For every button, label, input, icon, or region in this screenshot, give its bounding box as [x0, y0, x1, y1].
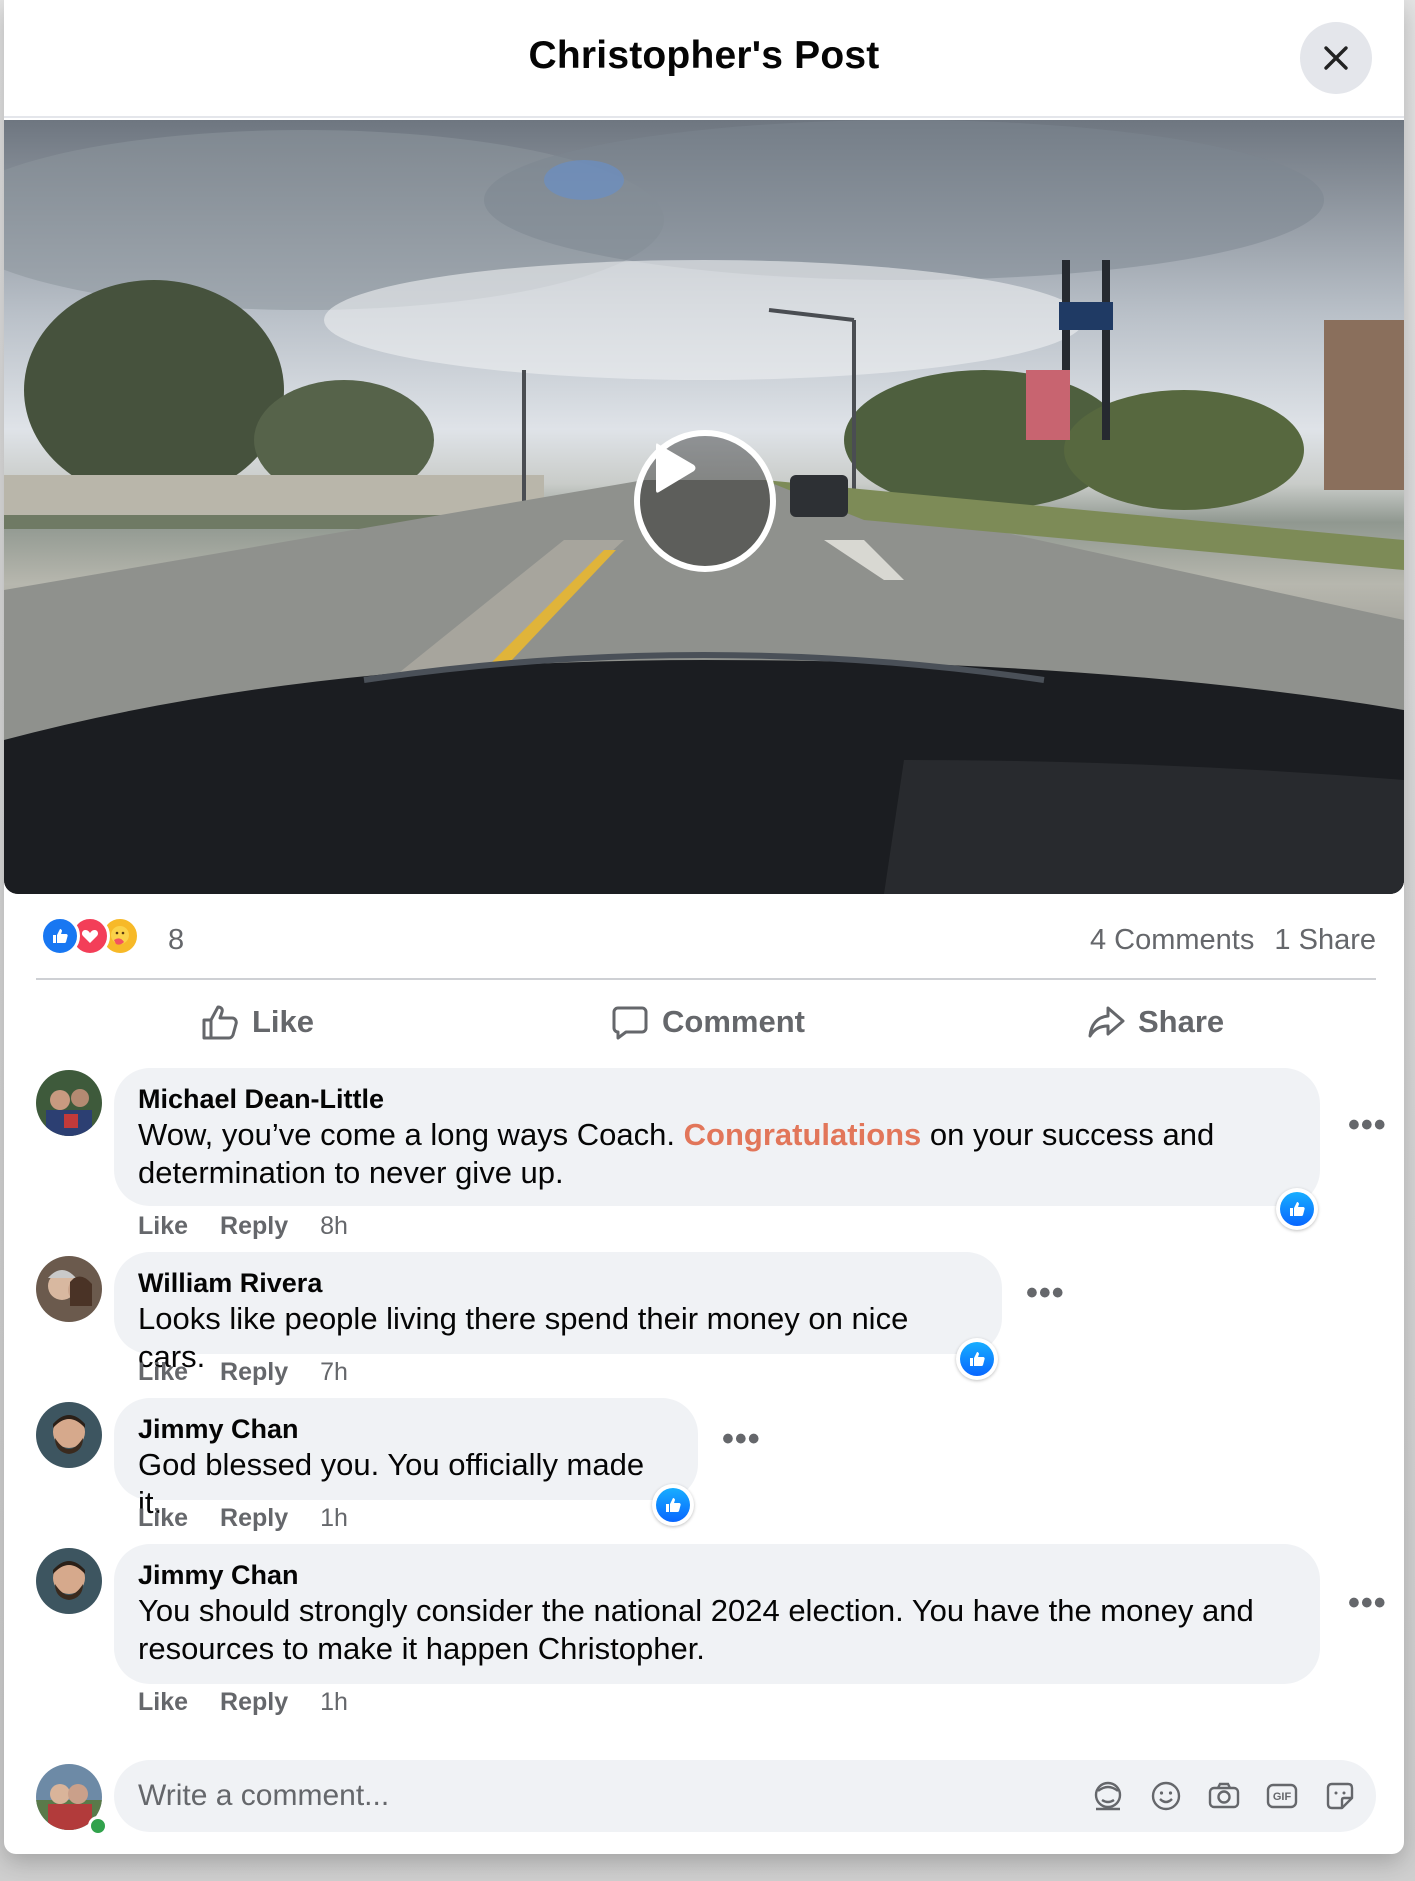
comment-timestamp[interactable]: 1h — [320, 1504, 348, 1533]
avatar-sticker-button[interactable] — [1090, 1778, 1126, 1814]
online-status-indicator — [88, 1816, 108, 1836]
emoji-button[interactable] — [1148, 1778, 1184, 1814]
reaction-count[interactable]: 8 — [168, 924, 184, 957]
comment-item: William Rivera Looks like people living … — [4, 1252, 1404, 1392]
comment-author[interactable]: Jimmy Chan — [138, 1558, 1296, 1592]
comment-text: Wow, you’ve come a long ways Coach. Cong… — [138, 1116, 1296, 1192]
comment-like-badge[interactable] — [652, 1484, 694, 1526]
like-button[interactable]: Like — [200, 990, 314, 1054]
thumbs-up-icon — [1290, 1202, 1305, 1216]
comment-like-link[interactable]: Like — [138, 1504, 188, 1533]
comment-text-part: Wow, you’ve come a long ways Coach. — [138, 1117, 684, 1152]
comment-bubble: Jimmy Chan God blessed you. You official… — [114, 1398, 698, 1520]
comment-meta: Like Reply 1h — [138, 1504, 348, 1533]
avatar[interactable] — [36, 1070, 102, 1136]
sticker-icon — [1326, 1782, 1354, 1810]
play-icon — [656, 443, 696, 493]
sticker-button[interactable] — [1322, 1778, 1358, 1814]
avatar[interactable] — [36, 1256, 102, 1322]
comment-author[interactable]: Jimmy Chan — [138, 1412, 674, 1446]
comment-like-badge[interactable] — [1276, 1188, 1318, 1230]
post-actions: Like Comment Share — [4, 990, 1404, 1054]
comment-composer: GIF — [4, 1760, 1404, 1840]
more-options-icon[interactable]: ••• — [1026, 1274, 1065, 1313]
comment-reply-link[interactable]: Reply — [220, 1504, 288, 1533]
gif-label: GIF — [1272, 1790, 1292, 1803]
comment-like-link[interactable]: Like — [138, 1688, 188, 1717]
comment-reply-link[interactable]: Reply — [220, 1358, 288, 1387]
avatar[interactable] — [36, 1402, 102, 1468]
avatar[interactable] — [36, 1548, 102, 1614]
dialog-title: Christopher's Post — [528, 34, 880, 77]
comments-count[interactable]: 4 Comments — [1090, 924, 1254, 956]
emoji-icon — [1151, 1781, 1181, 1811]
comment-input-wrapper: GIF — [114, 1760, 1376, 1832]
comment-meta: Like Reply 8h — [138, 1212, 348, 1241]
comment-bubble: William Rivera Looks like people living … — [114, 1252, 1002, 1374]
gif-button[interactable]: GIF — [1264, 1778, 1300, 1814]
comment-bubble: Jimmy Chan You should strongly consider … — [114, 1544, 1320, 1684]
comment-like-link[interactable]: Like — [138, 1212, 188, 1241]
stats-divider — [36, 978, 1376, 980]
thumbs-up-icon — [202, 1005, 238, 1040]
dialog-header: Christopher's Post — [4, 0, 1404, 118]
play-button[interactable] — [634, 430, 776, 572]
share-button-label: Share — [1138, 1004, 1225, 1039]
post-video[interactable] — [4, 120, 1404, 894]
post-stats: 8 4 Comments 1 Share — [40, 910, 1376, 966]
shares-count[interactable]: 1 Share — [1274, 924, 1376, 956]
comment-input[interactable] — [114, 1760, 1074, 1832]
like-button-label: Like — [252, 1004, 315, 1039]
comment-button[interactable]: Comment — [610, 990, 805, 1054]
comment-meta: Like Reply 7h — [138, 1358, 348, 1387]
camera-icon — [1208, 1782, 1240, 1809]
thumbs-up-icon — [666, 1498, 681, 1512]
share-icon — [1088, 1006, 1125, 1038]
comment-item: Jimmy Chan You should strongly consider … — [4, 1544, 1404, 1720]
comment-text: You should strongly consider the nationa… — [138, 1593, 1254, 1666]
comment-like-badge[interactable] — [956, 1338, 998, 1380]
more-options-icon[interactable]: ••• — [722, 1420, 761, 1459]
like-reaction-icon — [40, 916, 80, 956]
more-options-icon[interactable]: ••• — [1348, 1106, 1387, 1145]
camera-button[interactable] — [1206, 1778, 1242, 1814]
comment-bubble: Michael Dean-Little Wow, you’ve come a l… — [114, 1068, 1320, 1206]
composer-tools: GIF — [1090, 1778, 1358, 1814]
comment-item: Jimmy Chan God blessed you. You official… — [4, 1398, 1404, 1538]
comment-item: Michael Dean-Little Wow, you’ve come a l… — [4, 1068, 1404, 1241]
comment-like-link[interactable]: Like — [138, 1358, 188, 1387]
comment-button-label: Comment — [662, 1004, 805, 1039]
more-options-icon[interactable]: ••• — [1348, 1584, 1387, 1623]
comment-timestamp[interactable]: 8h — [320, 1212, 348, 1241]
avatar-sticker-icon — [1094, 1781, 1122, 1811]
thumbs-up-icon — [970, 1352, 985, 1366]
reaction-summary[interactable] — [40, 916, 160, 960]
comment-timestamp[interactable]: 7h — [320, 1358, 348, 1387]
comment-author[interactable]: Michael Dean-Little — [138, 1082, 1296, 1116]
comment-timestamp[interactable]: 1h — [320, 1688, 348, 1717]
comment-reply-link[interactable]: Reply — [220, 1688, 288, 1717]
post-dialog: Christopher's Post 8 4 Comments 1 Share … — [4, 0, 1404, 1854]
highlighted-link[interactable]: Congratulations — [684, 1117, 922, 1152]
close-icon — [1324, 46, 1348, 70]
share-button[interactable]: Share — [1086, 990, 1224, 1054]
close-button[interactable] — [1300, 22, 1372, 94]
comment-author[interactable]: William Rivera — [138, 1266, 978, 1300]
comment-icon — [612, 1006, 648, 1040]
comment-reply-link[interactable]: Reply — [220, 1212, 288, 1241]
engagement-counts: 4 Comments 1 Share — [1078, 924, 1376, 957]
comment-meta: Like Reply 1h — [138, 1688, 348, 1717]
